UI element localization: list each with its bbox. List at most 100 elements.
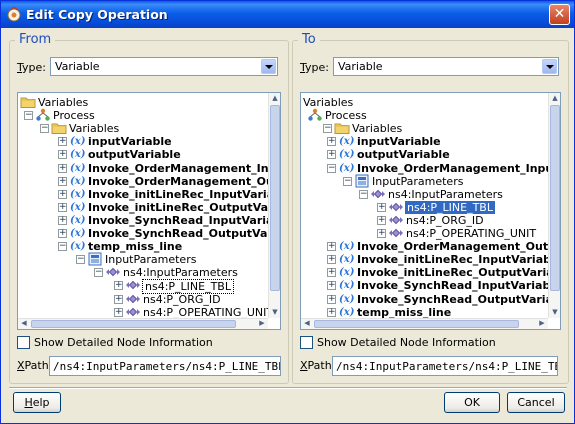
help-button[interactable]: Help: [13, 392, 61, 413]
from-tree-node-label: temp_miss_line: [88, 240, 183, 254]
to-tree-node-label: Invoke_OrderManagement_InputVariable: [357, 161, 548, 175]
from-tree-node-label: Invoke_initLineRec_InputVariable: [88, 187, 268, 201]
from-tree-node-label: outputVariable: [88, 148, 181, 162]
expand-icon[interactable]: +: [377, 215, 386, 225]
element-icon: [105, 265, 121, 279]
expand-icon[interactable]: +: [114, 281, 123, 291]
from-horizontal-scrollbar[interactable]: ◀ ▶: [18, 318, 268, 329]
scroll-right-icon[interactable]: ▶: [537, 319, 547, 328]
expand-icon[interactable]: +: [58, 229, 67, 238]
scroll-up-icon[interactable]: ▲: [270, 94, 280, 103]
to-hscroll-thumb[interactable]: [314, 320, 519, 328]
scroll-left-icon[interactable]: ◀: [19, 319, 29, 328]
expand-icon[interactable]: +: [114, 307, 123, 317]
cancel-button[interactable]: Cancel: [507, 392, 565, 413]
collapse-icon[interactable]: −: [58, 242, 67, 252]
expand-icon[interactable]: +: [377, 202, 386, 212]
collapse-icon[interactable]: −: [359, 189, 368, 199]
close-icon[interactable]: ✕: [549, 4, 570, 25]
element-icon: [125, 292, 141, 306]
to-type-value: Variable: [338, 60, 383, 73]
expand-icon[interactable]: +: [327, 294, 336, 304]
checkbox-icon[interactable]: [17, 336, 30, 349]
scroll-down-icon[interactable]: ▼: [550, 308, 560, 317]
expand-icon[interactable]: +: [327, 268, 336, 278]
folder-icon: [20, 95, 36, 109]
expand-icon[interactable]: +: [58, 150, 67, 160]
expand-icon[interactable]: +: [58, 137, 67, 147]
expand-icon[interactable]: +: [58, 215, 67, 225]
element-icon: [388, 226, 404, 240]
expand-icon[interactable]: +: [377, 229, 386, 238]
to-horizontal-scrollbar[interactable]: ◀ ▶: [301, 318, 548, 329]
collapse-icon[interactable]: −: [343, 176, 352, 186]
expand-icon[interactable]: +: [327, 255, 336, 265]
expand-icon[interactable]: +: [58, 189, 67, 199]
to-tree-node-label: ns4:P_ORG_ID: [406, 213, 484, 227]
from-hscroll-thumb[interactable]: [31, 320, 236, 328]
scroll-up-icon[interactable]: ▲: [550, 94, 560, 103]
to-tree-node-label: ns4:InputParameters: [388, 187, 503, 201]
from-tree-node-label: Invoke_OrderManagement_OutputVariable: [88, 174, 268, 188]
to-tree-node-label: outputVariable: [357, 148, 450, 162]
to-vertical-scrollbar[interactable]: ▲ ▼: [548, 93, 560, 318]
expand-icon[interactable]: +: [327, 281, 336, 291]
expand-icon[interactable]: +: [58, 163, 67, 173]
collapse-icon[interactable]: −: [323, 124, 332, 134]
collapse-icon[interactable]: −: [40, 124, 49, 134]
expand-icon[interactable]: +: [327, 242, 336, 252]
element-icon: [125, 305, 141, 318]
message-part-icon: [87, 252, 103, 266]
from-xpath-field[interactable]: /ns4:InputParameters/ns4:P_LINE_TBL: [49, 356, 281, 376]
process-icon: [35, 108, 51, 122]
expand-icon[interactable]: +: [58, 202, 67, 212]
folder-icon: [334, 121, 350, 135]
from-tree-viewport: Variables − Process − Variables + (x) inputVari…: [18, 93, 268, 318]
from-tree[interactable]: Variables − Process − Variables + (x) inputVari…: [17, 92, 281, 330]
variable-icon: (x): [70, 201, 86, 213]
from-tree-node-label: Invoke_SynchRead_OutputVariable: [88, 227, 268, 240]
expand-icon[interactable]: +: [327, 137, 336, 147]
checkbox-icon[interactable]: [300, 336, 313, 349]
to-vscroll-thumb[interactable]: [550, 105, 560, 291]
to-xpath-field[interactable]: /ns4:InputParameters/ns4:P_LINE_TBL: [332, 356, 558, 376]
expand-icon[interactable]: +: [327, 150, 336, 160]
collapse-icon[interactable]: −: [94, 268, 103, 278]
element-icon: [388, 200, 404, 214]
from-tree-node-label: Invoke_initLineRec_OutputVariable: [88, 200, 268, 214]
element-icon: [388, 213, 404, 227]
dialog-title: Edit Copy Operation: [26, 7, 168, 22]
chevron-down-icon[interactable]: [261, 59, 276, 74]
from-checkbox-label: Show Detailed Node Information: [34, 336, 213, 349]
expand-icon[interactable]: +: [58, 176, 67, 186]
from-type-value: Variable: [55, 60, 100, 73]
scroll-left-icon[interactable]: ◀: [302, 319, 312, 328]
variable-icon: (x): [70, 241, 86, 253]
footer-separator: [9, 387, 567, 389]
title-bar[interactable]: Edit Copy Operation ✕: [1, 1, 574, 28]
collapse-icon[interactable]: −: [24, 111, 33, 121]
from-vscroll-thumb[interactable]: [270, 105, 280, 291]
variable-icon: (x): [70, 214, 86, 226]
from-vertical-scrollbar[interactable]: ▲ ▼: [268, 93, 280, 318]
ok-button[interactable]: OK: [444, 392, 500, 413]
to-tree[interactable]: Variables Process − Variables + (x) inputVaria…: [300, 92, 561, 330]
scroll-down-icon[interactable]: ▼: [270, 308, 280, 317]
collapse-icon[interactable]: −: [76, 255, 85, 265]
variable-icon: (x): [70, 175, 86, 187]
variable-icon: (x): [339, 267, 355, 279]
expand-icon[interactable]: +: [327, 307, 336, 317]
variable-icon: (x): [339, 136, 355, 148]
from-tree-node-label: Variables: [69, 122, 120, 136]
from-type-select[interactable]: Variable: [50, 57, 278, 76]
chevron-down-icon[interactable]: [542, 59, 557, 74]
scroll-right-icon[interactable]: ▶: [257, 319, 267, 328]
expand-icon[interactable]: +: [114, 294, 123, 304]
element-icon: [370, 187, 386, 201]
dialog-window: Edit Copy Operation ✕ From Type: Variabl…: [0, 0, 575, 424]
to-type-select[interactable]: Variable: [333, 57, 559, 76]
to-tree-node-label: InputParameters: [372, 174, 464, 188]
process-icon: [307, 108, 323, 122]
variable-icon: (x): [339, 241, 355, 253]
collapse-icon[interactable]: −: [327, 163, 336, 173]
